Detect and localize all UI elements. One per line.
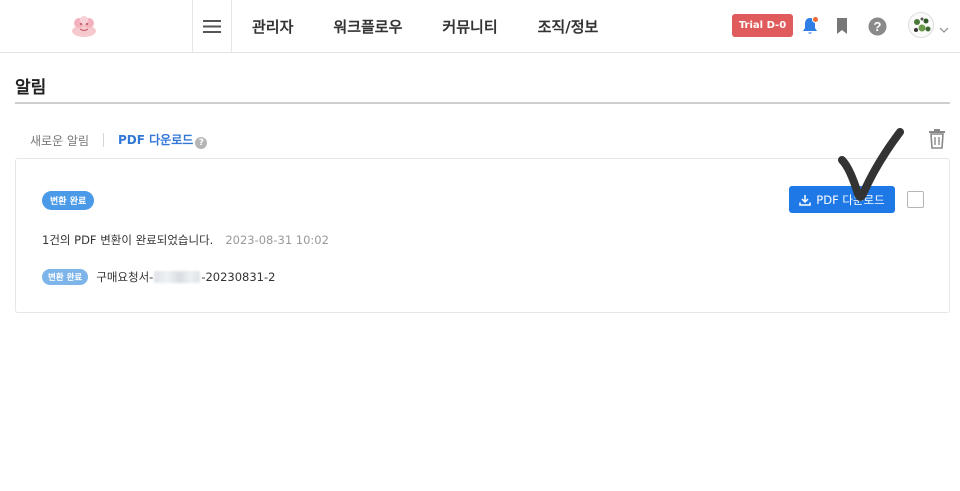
download-icon: [799, 194, 812, 206]
question-icon[interactable]: ?: [195, 137, 208, 149]
tab-new-alerts[interactable]: 새로운 알림: [30, 132, 89, 149]
select-checkbox[interactable]: [907, 191, 924, 208]
chevron-down-icon[interactable]: [939, 20, 949, 33]
nav-item-community[interactable]: 커뮤니티: [442, 16, 497, 37]
pdf-download-button[interactable]: PDF 다운로드: [789, 186, 895, 213]
tab-pdf-download-label: PDF 다운로드: [118, 133, 194, 147]
nav-item-workflow[interactable]: 워크플로우: [333, 16, 402, 37]
nav-item-organization[interactable]: 조직/정보: [538, 16, 599, 37]
status-badge: 변환 완료: [42, 191, 95, 210]
title-divider: [15, 102, 950, 104]
message-text: 1건의 PDF 변환이 완료되었습니다.: [42, 233, 214, 247]
file-name-suffix: -20230831-2: [201, 270, 276, 284]
main-nav: 관리자 워크플로우 커뮤니티 조직/정보: [252, 0, 638, 52]
notification-card: 변환 완료 1건의 PDF 변환이 완료되었습니다. 2023-08-31 10:…: [15, 158, 950, 313]
file-status-badge: 변환 완료: [42, 269, 89, 285]
page-title: 알림: [15, 78, 47, 98]
logo-icon[interactable]: [70, 14, 98, 38]
file-name: 구매요청서- -20230831-2: [96, 269, 275, 285]
bell-icon: [803, 16, 819, 34]
bookmark-icon: [837, 18, 847, 34]
trial-badge[interactable]: Trial D-0: [732, 14, 793, 37]
help-circle-icon: ?: [868, 17, 886, 35]
tab-pdf-download[interactable]: PDF 다운로드?: [118, 131, 208, 149]
hamburger-menu-icon: [203, 19, 221, 33]
top-navigation-bar: 관리자 워크플로우 커뮤니티 조직/정보 Trial D-0 ?: [0, 0, 960, 53]
tab-divider: [103, 133, 105, 147]
help-button[interactable]: ?: [867, 15, 887, 37]
notification-tabs: 새로운 알림 PDF 다운로드?: [30, 131, 208, 149]
avatar[interactable]: [908, 12, 934, 38]
redacted-text: [154, 271, 201, 283]
file-row: 변환 완료 구매요청서- -20230831-2: [42, 269, 275, 285]
pdf-download-label: PDF 다운로드: [816, 192, 885, 207]
delete-button[interactable]: [927, 128, 947, 150]
hamburger-menu-button[interactable]: [192, 0, 232, 52]
timestamp: 2023-08-31 10:02: [225, 233, 329, 247]
svg-text:?: ?: [873, 19, 881, 34]
trash-icon: [929, 129, 945, 149]
nav-item-admin[interactable]: 관리자: [252, 16, 293, 37]
notification-message: 1건의 PDF 변환이 완료되었습니다. 2023-08-31 10:02: [42, 232, 329, 248]
file-name-prefix: 구매요청서-: [96, 270, 154, 284]
bookmark-button[interactable]: [832, 15, 852, 37]
notifications-button[interactable]: [800, 15, 820, 37]
